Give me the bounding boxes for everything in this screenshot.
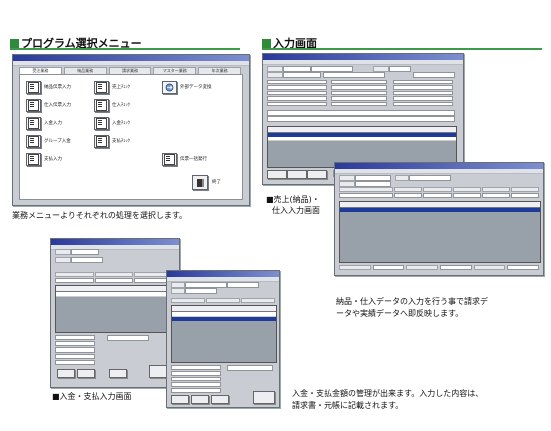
payment-received-icon-button[interactable] (26, 117, 41, 130)
purchase-line-grid[interactable] (339, 201, 541, 263)
disbursement-input-window (166, 270, 280, 408)
group-payment-label: グループ入金 (44, 139, 71, 144)
delivery-slip-icon-button[interactable] (26, 81, 41, 94)
action-button[interactable] (211, 395, 229, 404)
program-menu-window: 受注業務 納品業務 請求業務 マスター業務 年次業務 納品伝票入力 仕入伝票入力… (12, 54, 250, 206)
action-button[interactable] (171, 395, 189, 404)
purchase-check-icon-button[interactable] (94, 99, 109, 112)
tab-master[interactable]: マスター業務 (153, 67, 197, 74)
action-button[interactable] (307, 170, 327, 179)
action-button[interactable] (287, 170, 307, 179)
payment-input-window (50, 238, 180, 388)
sales-caption-line2: 仕入入力画面 (272, 206, 320, 215)
payment-description-line2: 請求書・元帳に記載されます。 (292, 401, 404, 410)
sales-check-label: 売上ﾁｪｯｸ (112, 85, 130, 90)
delivery-slip-label: 納品伝票入力 (44, 85, 71, 90)
action-button[interactable] (191, 395, 209, 404)
green-square-icon (262, 39, 271, 48)
sales-caption-line1: ■売上(納品)・ (266, 195, 320, 204)
disbursement-line-grid[interactable] (171, 305, 277, 363)
disbursement-check-label: 支払ﾁｪｯｸ (112, 139, 130, 144)
purchase-check-label: 仕入ﾁｪｯｸ (112, 103, 130, 108)
payment-line-grid[interactable] (55, 285, 175, 333)
window-menubar (335, 169, 543, 174)
tab-orders[interactable]: 受注業務 (19, 67, 62, 74)
document-icon (28, 82, 39, 93)
door-icon (196, 178, 204, 187)
batch-print-label: 伝票一括発行 (180, 157, 207, 162)
tab-annual[interactable]: 年次業務 (198, 67, 241, 74)
input-heading-rule (262, 48, 542, 50)
document-icon (96, 118, 107, 129)
menu-tabs: 受注業務 納品業務 請求業務 マスター業務 年次業務 (19, 67, 241, 74)
purchase-slip-label: 仕入伝票入力 (44, 103, 71, 108)
action-button[interactable] (77, 369, 95, 378)
tab-delivery[interactable]: 納品業務 (63, 67, 107, 74)
data-convert-icon-button[interactable] (162, 81, 177, 94)
payment-description-line1: 入金・支払金額の管理が出来ます。入力した内容は、 (292, 389, 484, 398)
exit-icon-button[interactable] (192, 175, 208, 190)
document-icon (28, 136, 39, 147)
selected-row[interactable] (340, 208, 540, 212)
purchase-input-window (334, 162, 544, 276)
document-icon (28, 100, 39, 111)
menu-heading-rule (10, 48, 240, 50)
batch-print-icon-button[interactable] (162, 153, 177, 166)
payment-out-icon-button[interactable] (26, 153, 41, 166)
window-menubar (263, 60, 463, 65)
data-convert-label: 外部データ変換 (180, 85, 212, 90)
document-icon (96, 100, 107, 111)
menu-caption: 業務メニューよりそれぞれの処理を選択します。 (12, 211, 188, 220)
action-button[interactable] (57, 369, 75, 378)
payment-out-label: 支払入力 (44, 157, 62, 162)
sales-description-line1: 納品・仕入データの入力を行う事で請求デ (336, 297, 488, 306)
action-button[interactable] (253, 391, 275, 404)
document-icon (96, 136, 107, 147)
exit-label: 終了 (212, 180, 221, 185)
document-icon (96, 82, 107, 93)
payment-check-label: 入金ﾁｪｯｸ (112, 121, 130, 126)
payment-caption: ■入金・支払入力画面 (52, 392, 132, 401)
date-field[interactable] (283, 72, 321, 78)
payment-received-label: 入金入力 (44, 121, 62, 126)
window-menubar (13, 61, 249, 66)
document-icon (28, 118, 39, 129)
payment-check-icon-button[interactable] (94, 117, 109, 130)
document-icon (164, 154, 175, 165)
menu-panel: 納品伝票入力 仕入伝票入力 入金入力 グループ入金 支払入力 売上ﾁｪｯｸ 仕入… (19, 74, 243, 200)
sales-description-line2: ータや実績データへ即反映します。 (336, 309, 464, 318)
sales-check-icon-button[interactable] (94, 81, 109, 94)
action-button[interactable] (267, 170, 287, 179)
tab-billing[interactable]: 請求業務 (108, 67, 152, 74)
disbursement-check-icon-button[interactable] (94, 135, 109, 148)
green-square-icon (10, 39, 19, 48)
convert-icon (165, 83, 174, 92)
document-icon (28, 154, 39, 165)
selected-row[interactable] (172, 317, 276, 321)
group-payment-icon-button[interactable] (26, 135, 41, 148)
purchase-slip-icon-button[interactable] (26, 99, 41, 112)
action-button[interactable] (109, 369, 127, 378)
